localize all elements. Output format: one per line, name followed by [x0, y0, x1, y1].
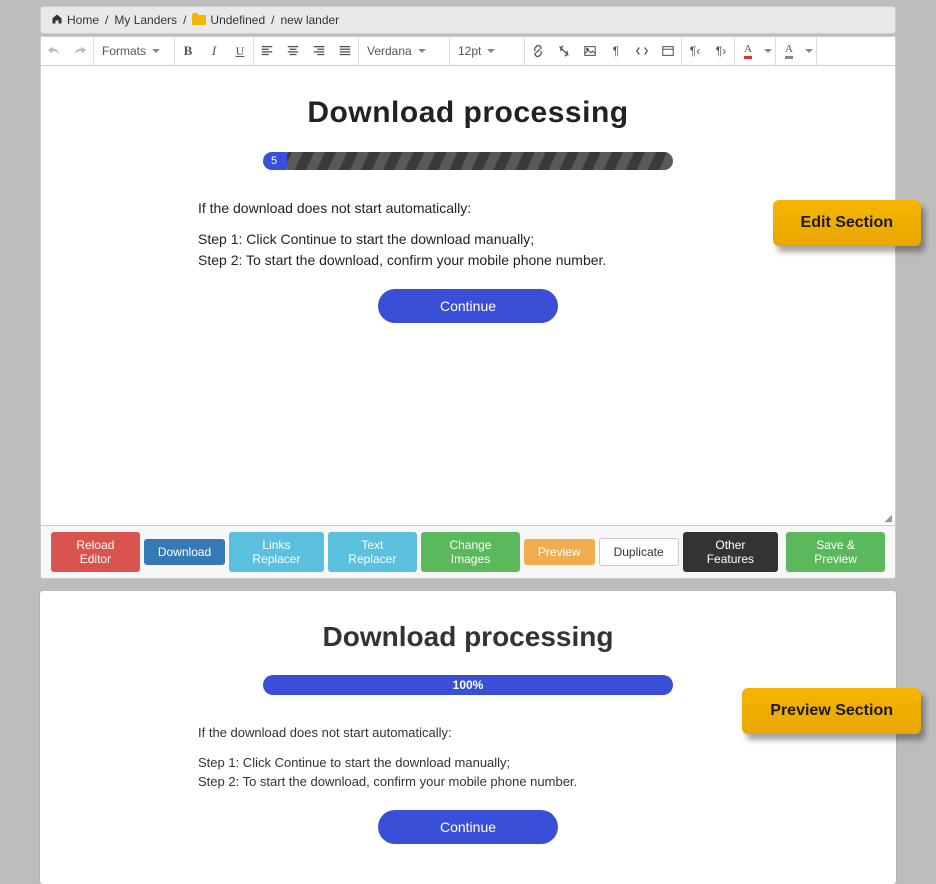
breadcrumb-sep: / [271, 13, 274, 27]
preview-step1-text: Step 1: Click Continue to start the down… [198, 755, 510, 770]
breadcrumb-sep: / [183, 13, 186, 27]
link-button[interactable] [525, 37, 551, 65]
edit-section-callout: Edit Section [773, 200, 921, 246]
underline-button[interactable]: U [227, 37, 253, 65]
chevron-down-icon [418, 49, 426, 57]
align-center-button[interactable] [280, 37, 306, 65]
undo-button[interactable] [41, 37, 67, 65]
breadcrumb-folder[interactable]: Undefined [210, 13, 265, 27]
progress-bar-track [281, 152, 673, 170]
breadcrumb-sep: / [105, 13, 108, 27]
chevron-down-icon [487, 49, 495, 57]
folder-icon [192, 15, 206, 25]
duplicate-button[interactable]: Duplicate [599, 538, 679, 566]
breadcrumb-current: new lander [280, 13, 339, 27]
rtl-button[interactable]: ¶› [708, 37, 734, 65]
preview-button[interactable]: Preview [524, 539, 595, 565]
save-preview-button[interactable]: Save & Preview [786, 532, 885, 572]
breadcrumb: Home / My Landers / Undefined / new land… [40, 6, 896, 34]
lander-step1-text[interactable]: Step 1: Click Continue to start the down… [198, 231, 534, 247]
bold-button[interactable]: B [175, 37, 201, 65]
editor-toolbar: Formats B I U Verdana 12pt ¶ ¶‹ [40, 36, 896, 66]
chevron-down-icon [152, 49, 160, 57]
bg-color-dropdown[interactable] [802, 37, 816, 65]
continue-button[interactable]: Continue [378, 289, 558, 323]
download-button[interactable]: Download [144, 539, 225, 565]
lander-title[interactable]: Download processing [158, 96, 778, 130]
image-button[interactable] [577, 37, 603, 65]
preview-step2-text: Step 2: To start the download, confirm y… [198, 774, 577, 789]
preview-progress-bar: 100% [263, 675, 673, 695]
source-code-button[interactable] [629, 37, 655, 65]
resize-handle[interactable]: ◢ [884, 513, 892, 524]
chevron-down-icon [805, 49, 813, 57]
preview-title: Download processing [158, 621, 778, 653]
bg-color-button[interactable]: A [776, 37, 802, 65]
other-features-button[interactable]: Other Features [683, 532, 779, 572]
align-right-button[interactable] [306, 37, 332, 65]
preview-panel: Download processing 100% If the download… [40, 591, 896, 884]
action-bar: Reload Editor Download Links Replacer Te… [40, 526, 896, 579]
font-family-dropdown[interactable]: Verdana [359, 37, 449, 65]
preview-continue-button[interactable]: Continue [378, 810, 558, 844]
preview-section-callout: Preview Section [742, 688, 921, 734]
chevron-down-icon [764, 49, 772, 57]
lander-step2-text[interactable]: Step 2: To start the download, confirm y… [198, 252, 606, 268]
lander-intro-text[interactable]: If the download does not start automatic… [198, 198, 738, 219]
text-color-dropdown[interactable] [761, 37, 775, 65]
text-replacer-button[interactable]: Text Replacer [328, 532, 417, 572]
formats-dropdown[interactable]: Formats [94, 37, 174, 65]
ltr-button[interactable]: ¶‹ [682, 37, 708, 65]
links-replacer-button[interactable]: Links Replacer [229, 532, 323, 572]
home-icon [51, 13, 63, 27]
change-images-button[interactable]: Change Images [421, 532, 520, 572]
preview-intro-text: If the download does not start automatic… [198, 723, 738, 743]
editor-canvas[interactable]: Download processing 5 If the download do… [40, 66, 896, 526]
breadcrumb-home[interactable]: Home [67, 13, 99, 27]
breadcrumb-landers[interactable]: My Landers [114, 13, 177, 27]
reload-editor-button[interactable]: Reload Editor [51, 532, 140, 572]
redo-button[interactable] [67, 37, 93, 65]
align-left-button[interactable] [254, 37, 280, 65]
paragraph-button[interactable]: ¶ [603, 37, 629, 65]
progress-bar[interactable]: 5 [263, 152, 673, 170]
align-justify-button[interactable] [332, 37, 358, 65]
unlink-button[interactable] [551, 37, 577, 65]
insert-template-button[interactable] [655, 37, 681, 65]
progress-value-badge: 5 [263, 152, 287, 170]
font-size-dropdown[interactable]: 12pt [450, 37, 524, 65]
text-color-button[interactable]: A [735, 37, 761, 65]
italic-button[interactable]: I [201, 37, 227, 65]
